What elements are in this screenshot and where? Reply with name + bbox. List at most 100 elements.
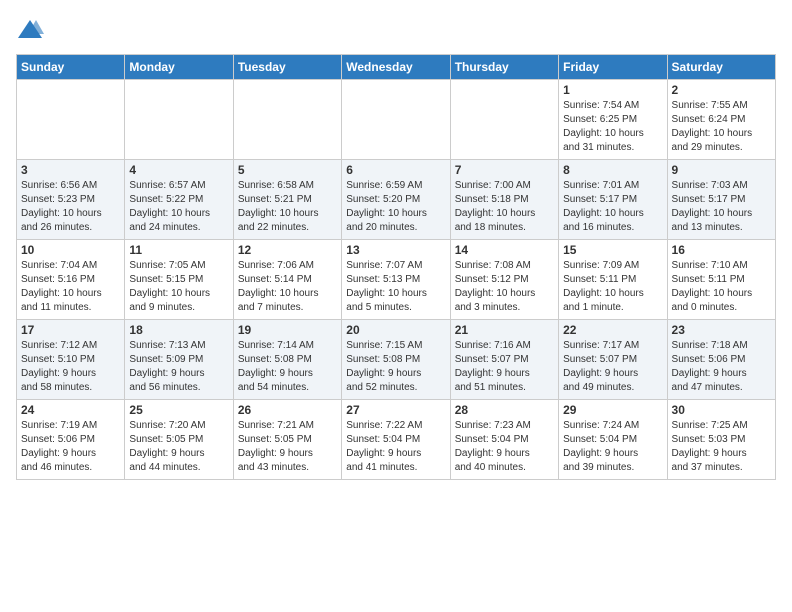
day-info: Sunrise: 7:55 AM Sunset: 6:24 PM Dayligh… — [672, 99, 771, 155]
calendar-week-row: 24 Sunrise: 7:19 AM Sunset: 5:06 PM Dayli… — [17, 400, 776, 480]
day-number: 23 — [672, 323, 771, 337]
day-number: 24 — [21, 403, 120, 417]
calendar-cell: 21 Sunrise: 7:16 AM Sunset: 5:07 PM Dayli… — [450, 320, 558, 400]
day-info: Sunrise: 7:05 AM Sunset: 5:15 PM Dayligh… — [129, 259, 228, 315]
calendar-cell: 1 Sunrise: 7:54 AM Sunset: 6:25 PM Daylig… — [559, 80, 667, 160]
day-number: 30 — [672, 403, 771, 417]
calendar-cell: 15 Sunrise: 7:09 AM Sunset: 5:11 PM Dayli… — [559, 240, 667, 320]
calendar-week-row: 3 Sunrise: 6:56 AM Sunset: 5:23 PM Daylig… — [17, 160, 776, 240]
calendar-cell: 9 Sunrise: 7:03 AM Sunset: 5:17 PM Daylig… — [667, 160, 775, 240]
calendar-cell: 19 Sunrise: 7:14 AM Sunset: 5:08 PM Dayli… — [233, 320, 341, 400]
calendar-cell — [233, 80, 341, 160]
calendar: SundayMondayTuesdayWednesdayThursdayFrid… — [16, 54, 776, 480]
day-number: 28 — [455, 403, 554, 417]
day-info: Sunrise: 7:10 AM Sunset: 5:11 PM Dayligh… — [672, 259, 771, 315]
calendar-cell — [17, 80, 125, 160]
day-number: 26 — [238, 403, 337, 417]
day-info: Sunrise: 7:19 AM Sunset: 5:06 PM Dayligh… — [21, 419, 120, 475]
weekday-header: Saturday — [667, 55, 775, 80]
calendar-cell: 14 Sunrise: 7:08 AM Sunset: 5:12 PM Dayli… — [450, 240, 558, 320]
calendar-cell: 23 Sunrise: 7:18 AM Sunset: 5:06 PM Dayli… — [667, 320, 775, 400]
day-number: 8 — [563, 163, 662, 177]
calendar-week-row: 1 Sunrise: 7:54 AM Sunset: 6:25 PM Daylig… — [17, 80, 776, 160]
weekday-header: Friday — [559, 55, 667, 80]
day-number: 6 — [346, 163, 445, 177]
day-info: Sunrise: 7:03 AM Sunset: 5:17 PM Dayligh… — [672, 179, 771, 235]
calendar-cell: 11 Sunrise: 7:05 AM Sunset: 5:15 PM Dayli… — [125, 240, 233, 320]
calendar-cell: 2Sunrise: 7:55 AM Sunset: 6:24 PM Daylig… — [667, 80, 775, 160]
day-info: Sunrise: 7:23 AM Sunset: 5:04 PM Dayligh… — [455, 419, 554, 475]
day-number: 1 — [563, 83, 662, 97]
day-info: Sunrise: 6:59 AM Sunset: 5:20 PM Dayligh… — [346, 179, 445, 235]
day-info: Sunrise: 6:56 AM Sunset: 5:23 PM Dayligh… — [21, 179, 120, 235]
calendar-cell: 18 Sunrise: 7:13 AM Sunset: 5:09 PM Dayli… — [125, 320, 233, 400]
calendar-cell: 4 Sunrise: 6:57 AM Sunset: 5:22 PM Daylig… — [125, 160, 233, 240]
calendar-cell: 5 Sunrise: 6:58 AM Sunset: 5:21 PM Daylig… — [233, 160, 341, 240]
day-info: Sunrise: 7:09 AM Sunset: 5:11 PM Dayligh… — [563, 259, 662, 315]
calendar-cell: 12Sunrise: 7:06 AM Sunset: 5:14 PM Dayli… — [233, 240, 341, 320]
day-number: 12 — [238, 243, 337, 257]
day-number: 27 — [346, 403, 445, 417]
day-number: 5 — [238, 163, 337, 177]
calendar-cell: 27 Sunrise: 7:22 AM Sunset: 5:04 PM Dayli… — [342, 400, 450, 480]
day-number: 19 — [238, 323, 337, 337]
day-info: Sunrise: 6:57 AM Sunset: 5:22 PM Dayligh… — [129, 179, 228, 235]
day-info: Sunrise: 7:22 AM Sunset: 5:04 PM Dayligh… — [346, 419, 445, 475]
day-number: 21 — [455, 323, 554, 337]
calendar-cell — [342, 80, 450, 160]
day-info: Sunrise: 7:21 AM Sunset: 5:05 PM Dayligh… — [238, 419, 337, 475]
calendar-header-row: SundayMondayTuesdayWednesdayThursdayFrid… — [17, 55, 776, 80]
day-number: 20 — [346, 323, 445, 337]
day-info: Sunrise: 7:08 AM Sunset: 5:12 PM Dayligh… — [455, 259, 554, 315]
day-info: Sunrise: 7:04 AM Sunset: 5:16 PM Dayligh… — [21, 259, 120, 315]
logo-icon — [16, 16, 44, 44]
calendar-cell: 20 Sunrise: 7:15 AM Sunset: 5:08 PM Dayli… — [342, 320, 450, 400]
day-number: 3 — [21, 163, 120, 177]
page-header — [16, 16, 776, 44]
day-info: Sunrise: 7:54 AM Sunset: 6:25 PM Dayligh… — [563, 99, 662, 155]
calendar-cell: 7Sunrise: 7:00 AM Sunset: 5:18 PM Daylig… — [450, 160, 558, 240]
day-info: Sunrise: 7:12 AM Sunset: 5:10 PM Dayligh… — [21, 339, 120, 395]
day-info: Sunrise: 6:58 AM Sunset: 5:21 PM Dayligh… — [238, 179, 337, 235]
calendar-cell: 24 Sunrise: 7:19 AM Sunset: 5:06 PM Dayli… — [17, 400, 125, 480]
day-number: 11 — [129, 243, 228, 257]
day-info: Sunrise: 7:13 AM Sunset: 5:09 PM Dayligh… — [129, 339, 228, 395]
day-info: Sunrise: 7:01 AM Sunset: 5:17 PM Dayligh… — [563, 179, 662, 235]
calendar-cell: 26 Sunrise: 7:21 AM Sunset: 5:05 PM Dayli… — [233, 400, 341, 480]
day-number: 17 — [21, 323, 120, 337]
weekday-header: Wednesday — [342, 55, 450, 80]
weekday-header: Monday — [125, 55, 233, 80]
day-number: 25 — [129, 403, 228, 417]
day-info: Sunrise: 7:14 AM Sunset: 5:08 PM Dayligh… — [238, 339, 337, 395]
day-number: 15 — [563, 243, 662, 257]
day-number: 29 — [563, 403, 662, 417]
day-info: Sunrise: 7:18 AM Sunset: 5:06 PM Dayligh… — [672, 339, 771, 395]
day-info: Sunrise: 7:17 AM Sunset: 5:07 PM Dayligh… — [563, 339, 662, 395]
day-number: 4 — [129, 163, 228, 177]
day-number: 14 — [455, 243, 554, 257]
calendar-cell: 3 Sunrise: 6:56 AM Sunset: 5:23 PM Daylig… — [17, 160, 125, 240]
weekday-header: Sunday — [17, 55, 125, 80]
calendar-week-row: 10Sunrise: 7:04 AM Sunset: 5:16 PM Dayli… — [17, 240, 776, 320]
calendar-cell — [450, 80, 558, 160]
day-number: 13 — [346, 243, 445, 257]
calendar-cell: 10Sunrise: 7:04 AM Sunset: 5:16 PM Dayli… — [17, 240, 125, 320]
calendar-week-row: 17 Sunrise: 7:12 AM Sunset: 5:10 PM Dayli… — [17, 320, 776, 400]
day-number: 7 — [455, 163, 554, 177]
calendar-cell: 17 Sunrise: 7:12 AM Sunset: 5:10 PM Dayli… — [17, 320, 125, 400]
calendar-cell: 22 Sunrise: 7:17 AM Sunset: 5:07 PM Dayli… — [559, 320, 667, 400]
day-number: 16 — [672, 243, 771, 257]
day-number: 18 — [129, 323, 228, 337]
calendar-cell: 25 Sunrise: 7:20 AM Sunset: 5:05 PM Dayli… — [125, 400, 233, 480]
calendar-cell: 16 Sunrise: 7:10 AM Sunset: 5:11 PM Dayli… — [667, 240, 775, 320]
calendar-cell: 8 Sunrise: 7:01 AM Sunset: 5:17 PM Daylig… — [559, 160, 667, 240]
day-info: Sunrise: 7:16 AM Sunset: 5:07 PM Dayligh… — [455, 339, 554, 395]
day-number: 9 — [672, 163, 771, 177]
day-info: Sunrise: 7:20 AM Sunset: 5:05 PM Dayligh… — [129, 419, 228, 475]
day-number: 22 — [563, 323, 662, 337]
calendar-cell: 30 Sunrise: 7:25 AM Sunset: 5:03 PM Dayli… — [667, 400, 775, 480]
day-info: Sunrise: 7:15 AM Sunset: 5:08 PM Dayligh… — [346, 339, 445, 395]
calendar-cell: 13Sunrise: 7:07 AM Sunset: 5:13 PM Dayli… — [342, 240, 450, 320]
day-info: Sunrise: 7:25 AM Sunset: 5:03 PM Dayligh… — [672, 419, 771, 475]
calendar-cell: 6 Sunrise: 6:59 AM Sunset: 5:20 PM Daylig… — [342, 160, 450, 240]
